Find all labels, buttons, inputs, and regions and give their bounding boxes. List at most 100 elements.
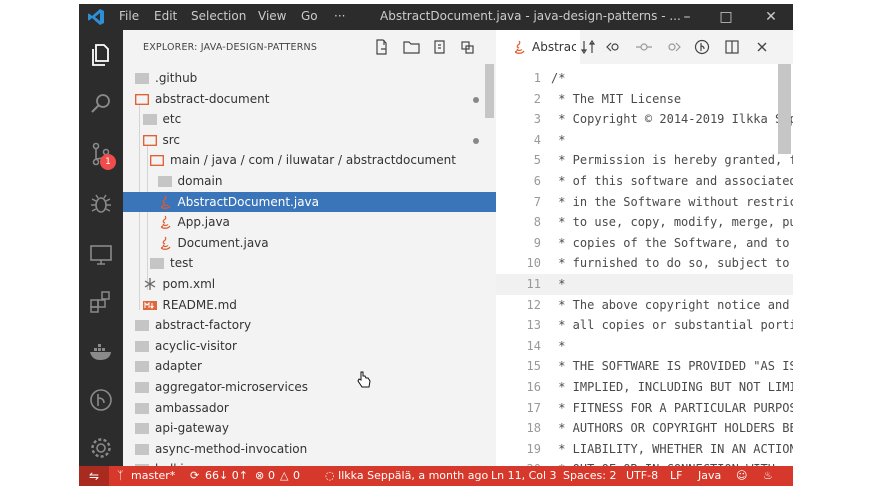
collapse-all-icon[interactable] bbox=[459, 39, 477, 55]
tree-item[interactable]: pom.xml bbox=[123, 274, 496, 295]
gitlens-icon[interactable] bbox=[87, 386, 115, 414]
menu-selection[interactable]: Selection bbox=[191, 9, 246, 23]
code-text: * bbox=[551, 132, 566, 147]
title-bar: File Edit Selection View Go ··· Abstract… bbox=[79, 4, 793, 30]
tree-item[interactable]: adapter bbox=[123, 356, 496, 377]
tree-item[interactable]: AbstractDocument.java bbox=[123, 191, 496, 213]
refresh-icon[interactable] bbox=[431, 39, 449, 55]
gitlens-blame-icon[interactable] bbox=[694, 39, 710, 55]
split-editor-icon[interactable] bbox=[724, 39, 740, 55]
line-number: 3 bbox=[533, 112, 541, 127]
code-line: 18 * AUTHORS OR COPYRIGHT HOLDERS BE LIA… bbox=[496, 418, 793, 439]
tree-item[interactable]: main / java / com / iluwatar / abstractd… bbox=[123, 150, 496, 171]
tree-item-label: adapter bbox=[155, 359, 202, 374]
tree-item[interactable]: acyclic-visitor bbox=[123, 336, 496, 357]
code-line: 8 * to use, copy, modify, merge, publish bbox=[496, 212, 793, 233]
next-change-icon[interactable] bbox=[665, 39, 681, 55]
code-text: * Copyright © 2014-2019 Ilkka Seppälä bbox=[558, 112, 793, 127]
tree-item[interactable]: ambassador bbox=[123, 398, 496, 419]
tree-item[interactable]: balking bbox=[123, 459, 496, 466]
code-text: * all copies or substantial portions bbox=[551, 318, 793, 333]
close-window-icon[interactable]: ✕ bbox=[759, 5, 783, 29]
code-line: 15 * THE SOFTWARE IS PROVIDED "AS IS" bbox=[496, 356, 793, 377]
new-folder-icon[interactable] bbox=[403, 39, 421, 55]
tree-item[interactable]: README.md bbox=[123, 295, 496, 316]
compare-changes-icon[interactable] bbox=[580, 39, 596, 55]
tree-item[interactable]: domain bbox=[123, 171, 496, 192]
folder-icon bbox=[135, 359, 149, 373]
sidebar-scrollbar[interactable] bbox=[485, 64, 494, 118]
minimize-icon[interactable]: – bbox=[675, 5, 699, 29]
maximize-icon[interactable]: □ bbox=[714, 5, 738, 29]
tree-item[interactable]: api-gateway bbox=[123, 418, 496, 439]
tree-item-label: Document.java bbox=[177, 235, 269, 250]
warning-count[interactable]: 0 bbox=[293, 469, 300, 482]
code-line: 6 * of this software and associated docu… bbox=[496, 171, 793, 192]
code-text: /* bbox=[551, 71, 566, 85]
folder-icon bbox=[135, 421, 149, 435]
notifications-bell-icon[interactable]: ♨ bbox=[763, 469, 773, 482]
tree-item-label: test bbox=[170, 256, 194, 271]
code-line: 5 * Permission is hereby granted, free o… bbox=[496, 150, 793, 171]
menu-file[interactable]: File bbox=[119, 9, 139, 23]
folder-icon bbox=[157, 174, 172, 188]
modified-dot-icon bbox=[473, 96, 479, 103]
tree-item-label: main / java / com / iluwatar / abstractd… bbox=[170, 153, 456, 168]
line-number: 11 bbox=[526, 277, 541, 291]
search-icon[interactable] bbox=[87, 90, 115, 118]
folder-icon bbox=[135, 380, 149, 394]
menu-go[interactable]: Go bbox=[301, 9, 318, 23]
line-number: 9 bbox=[533, 235, 541, 250]
revision-icon[interactable] bbox=[636, 39, 652, 55]
explorer-icon[interactable] bbox=[87, 41, 115, 69]
line-number: 12 bbox=[526, 297, 541, 312]
blame-info[interactable]: Ilkka Seppälä, a month ago bbox=[338, 469, 488, 482]
remote-indicator-icon[interactable]: ⇋ bbox=[79, 466, 109, 486]
extensions-icon[interactable] bbox=[87, 288, 115, 316]
error-count[interactable]: 0 bbox=[268, 469, 275, 482]
code-text: * IMPLIED, INCLUDING BUT NOT LIMITED bbox=[551, 380, 793, 394]
line-number: 4 bbox=[533, 132, 541, 147]
cursor-position[interactable]: Ln 11, Col 3 bbox=[491, 469, 557, 482]
tree-item[interactable]: test bbox=[123, 253, 496, 274]
menu-edit[interactable]: Edit bbox=[154, 9, 177, 23]
tree-item[interactable]: abstract-document bbox=[123, 89, 496, 110]
remote-explorer-icon[interactable] bbox=[87, 240, 115, 268]
tree-item[interactable]: .github bbox=[123, 68, 496, 89]
vscode-window: File Edit Selection View Go ··· Abstract… bbox=[79, 4, 793, 486]
feedback-smiley-icon[interactable]: ☺ bbox=[736, 469, 747, 482]
tree-item[interactable]: Document.java bbox=[123, 233, 496, 254]
tree-item[interactable]: async-method-invocation bbox=[123, 439, 496, 460]
indentation[interactable]: Spaces: 2 bbox=[563, 469, 616, 482]
tree-item[interactable]: App.java bbox=[123, 212, 496, 233]
close-tab-icon[interactable] bbox=[754, 39, 770, 55]
docker-icon[interactable] bbox=[87, 338, 115, 366]
code-text: * The MIT License bbox=[551, 91, 682, 106]
code-text: * in the Software without restriction bbox=[558, 194, 793, 209]
line-number: 19 bbox=[526, 441, 541, 456]
encoding[interactable]: UTF-8 bbox=[626, 469, 658, 482]
end-of-line[interactable]: LF bbox=[670, 469, 682, 482]
menu-more[interactable]: ··· bbox=[334, 9, 345, 23]
tree-item-label: AbstractDocument.java bbox=[177, 194, 320, 209]
language-mode[interactable]: Java bbox=[698, 469, 721, 482]
line-number: 15 bbox=[526, 359, 541, 374]
previous-change-icon[interactable] bbox=[606, 39, 622, 55]
scm-badge: 1 bbox=[100, 154, 116, 170]
line-number: 17 bbox=[526, 400, 541, 415]
tree-item[interactable]: etc bbox=[123, 109, 496, 130]
tab-abstract-document[interactable]: AbstractDocument.java bbox=[496, 30, 580, 64]
tree-item[interactable]: abstract-factory bbox=[123, 315, 496, 336]
settings-gear-icon[interactable] bbox=[87, 434, 115, 462]
tree-item[interactable]: aggregator-microservices bbox=[123, 377, 496, 398]
editor-scrollbar[interactable] bbox=[778, 64, 791, 154]
menu-view[interactable]: View bbox=[258, 9, 286, 23]
explorer-title: EXPLORER: JAVA-DESIGN-PATTERNS bbox=[143, 42, 318, 53]
debug-icon[interactable] bbox=[87, 190, 115, 218]
tree-item[interactable]: src bbox=[123, 130, 496, 151]
sync-status[interactable]: 66↓ 0↑ bbox=[205, 469, 248, 482]
tree-item-label: README.md bbox=[162, 297, 237, 312]
tree-item-label: ambassador bbox=[155, 400, 229, 415]
new-file-icon[interactable] bbox=[373, 39, 391, 55]
branch-status[interactable]: master* bbox=[131, 469, 175, 482]
